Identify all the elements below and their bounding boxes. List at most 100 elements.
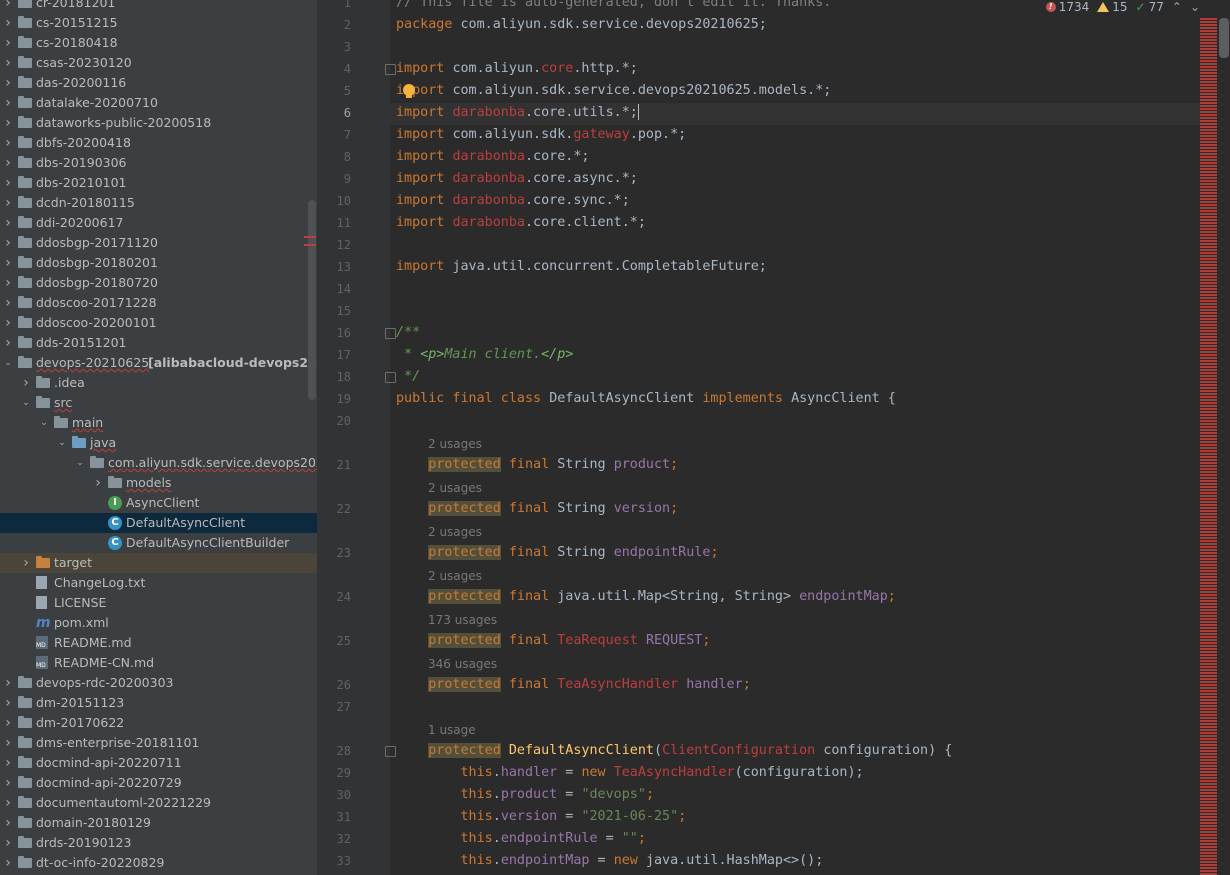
usages-hint[interactable]: 2 usages [428,566,482,586]
next-highlight-button[interactable]: ⌄ [1190,0,1200,14]
chevron-right-icon[interactable]: › [2,673,14,693]
tree-item[interactable]: › cs-20180418 [0,33,317,53]
tree-item[interactable]: › drds-20190123 [0,833,317,853]
code-line[interactable]: this.handler = new TeaAsyncHandler(confi… [396,762,864,784]
tree-item[interactable]: › models [0,473,317,493]
tree-item[interactable]: › .idea [0,373,317,393]
chevron-right-icon[interactable]: › [2,233,14,253]
chevron-right-icon[interactable]: › [2,313,14,333]
chevron-down-icon[interactable]: ⌄ [74,453,86,473]
tree-item[interactable]: › ddosbgp-20180720 [0,273,317,293]
tree-item[interactable]: › ddi-20200617 [0,213,317,233]
tree-item[interactable]: › dbs-20210101 [0,173,317,193]
chevron-right-icon[interactable]: › [2,113,14,133]
tree-item[interactable]: › target [0,553,317,573]
tree-item[interactable]: › devops-rdc-20200303 [0,673,317,693]
code-line[interactable]: import darabonba.core.async.*; [396,168,638,190]
ok-count[interactable]: ✓ 77 [1136,0,1164,14]
lightbulb-icon[interactable] [403,84,415,98]
tree-item[interactable]: › dms-enterprise-20181101 [0,733,317,753]
tree-item[interactable]: › dataworks-public-20200518 [0,113,317,133]
tree-item[interactable]: › csas-20230120 [0,53,317,73]
code-line[interactable]: protected final String product; [396,454,678,476]
tree-item[interactable]: › domain-20180129 [0,813,317,833]
tree-item[interactable]: ⌄ main [0,413,317,433]
tree-item[interactable]: ⌄ com.aliyun.sdk.service.devops202106 [0,453,317,473]
tree-item[interactable]: › ddoscoo-20200101 [0,313,317,333]
warnings-count[interactable]: 15 [1097,0,1128,14]
chevron-down-icon[interactable]: ⌄ [2,353,14,373]
editor-scroll-thumb[interactable] [1219,18,1229,58]
chevron-right-icon[interactable]: › [2,833,14,853]
usages-hint[interactable]: 173 usages [428,610,497,630]
code-line[interactable]: protected final TeaAsyncHandler handler; [396,674,751,696]
usages-hint[interactable]: 2 usages [428,478,482,498]
chevron-right-icon[interactable]: › [20,553,32,573]
chevron-right-icon[interactable]: › [2,173,14,193]
chevron-right-icon[interactable]: › [2,253,14,273]
code-line[interactable]: import com.aliyun.sdk.service.devops2021… [396,80,831,102]
chevron-right-icon[interactable]: › [2,773,14,793]
chevron-right-icon[interactable]: › [2,213,14,233]
chevron-right-icon[interactable]: › [2,13,14,33]
usages-hint[interactable]: 2 usages [428,434,482,454]
tree-item[interactable]: › dm-20151123 [0,693,317,713]
tree-item[interactable]: › ddosbgp-20180201 [0,253,317,273]
code-line[interactable]: import darabonba.core.client.*; [396,212,646,234]
tree-item[interactable]: I AsyncClient [0,493,317,513]
chevron-right-icon[interactable]: › [2,153,14,173]
errors-count[interactable]: ! 1734 [1045,0,1089,14]
code-line[interactable]: import darabonba.core.*; [396,146,590,168]
chevron-right-icon[interactable]: › [2,693,14,713]
tree-item[interactable]: › dm-20170622 [0,713,317,733]
tree-item[interactable]: › dbs-20190306 [0,153,317,173]
chevron-right-icon[interactable]: › [2,33,14,53]
error-stripe[interactable] [1200,18,1217,875]
code-line[interactable]: protected final TeaRequest REQUEST; [396,630,710,652]
usages-hint[interactable]: 346 usages [428,654,497,674]
code-line[interactable]: /** [396,322,420,344]
tree-item[interactable]: › documentautoml-20221229 [0,793,317,813]
editor-scrollbar[interactable] [1217,0,1230,875]
fold-marker-icon[interactable] [385,746,396,757]
code-line[interactable]: this.endpointMap = new java.util.HashMap… [396,850,824,872]
tree-item[interactable]: › dds-20151201 [0,333,317,353]
code-line[interactable]: protected final String endpointRule; [396,542,719,564]
code-line[interactable]: import darabonba.core.utils.*; [396,102,639,124]
tree-item[interactable]: ⌄ devops-20210625[alibabacloud-devops2021… [0,353,317,373]
code-line[interactable]: import com.aliyun.sdk.gateway.pop.*; [396,124,686,146]
chevron-down-icon[interactable]: ⌄ [38,413,50,433]
code-line[interactable]: import java.util.concurrent.CompletableF… [396,256,767,278]
chevron-right-icon[interactable]: › [2,73,14,93]
tree-item[interactable]: ⌄ java [0,433,317,453]
chevron-down-icon[interactable]: ⌄ [56,433,68,453]
tree-item[interactable]: C DefaultAsyncClient [0,513,317,533]
chevron-right-icon[interactable]: › [2,813,14,833]
code-line[interactable]: protected final java.util.Map<String, St… [396,586,896,608]
chevron-right-icon[interactable]: › [2,93,14,113]
inspection-widget[interactable]: ! 1734 15 ✓ 77 ⌃ ⌄ [1045,0,1200,14]
chevron-right-icon[interactable]: › [20,373,32,393]
tree-item[interactable]: › dt-oc-info-20220829 [0,853,317,873]
code-line[interactable]: public final class DefaultAsyncClient im… [396,388,896,410]
tree-item[interactable]: MD README-CN.md [0,653,317,673]
tree-item[interactable]: ⌄ src [0,393,317,413]
tree-item[interactable]: LICENSE [0,593,317,613]
fold-marker-icon[interactable] [385,64,396,75]
code-line[interactable]: */ [396,366,420,388]
code-line[interactable]: this.endpointRule = ""; [396,828,646,850]
code-line[interactable]: protected DefaultAsyncClient(ClientConfi… [396,740,952,762]
usages-hint[interactable]: 1 usage [428,720,476,740]
chevron-right-icon[interactable]: › [2,333,14,353]
chevron-right-icon[interactable]: › [2,273,14,293]
tree-item[interactable]: › docmind-api-20220729 [0,773,317,793]
code-line[interactable]: import darabonba.core.sync.*; [396,190,630,212]
code-line[interactable]: import com.aliyun.core.http.*; [396,58,638,80]
tree-item[interactable]: › dbfs-20200418 [0,133,317,153]
chevron-right-icon[interactable]: › [2,53,14,73]
code-line[interactable]: this.product = "devops"; [396,784,655,806]
code-line[interactable]: package com.aliyun.sdk.service.devops202… [396,14,767,36]
code-line[interactable]: // This file is auto-generated, don't ed… [396,0,831,14]
tree-item[interactable]: › datalake-20200710 [0,93,317,113]
tree-item[interactable]: › dcdn-20180115 [0,193,317,213]
